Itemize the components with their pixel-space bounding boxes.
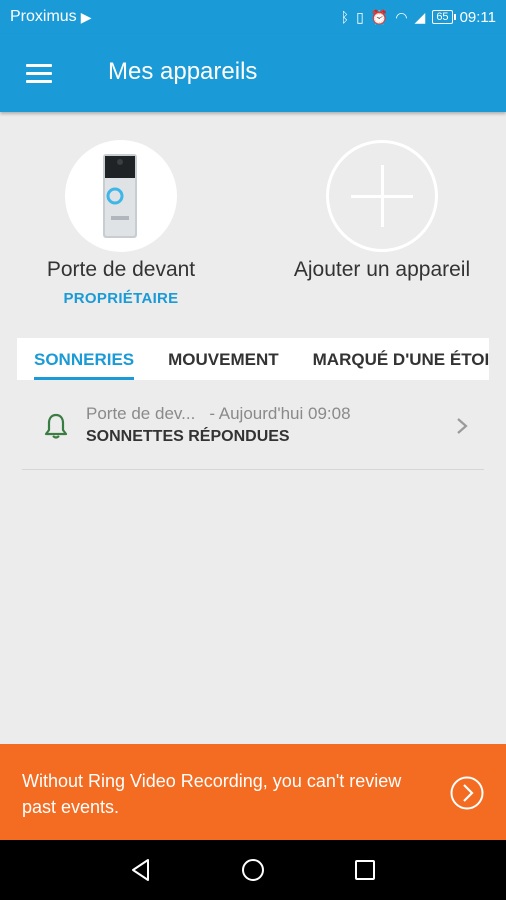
device-front-door[interactable]: Porte de devant PROPRIÉTAIRE: [16, 140, 226, 307]
alarm-icon: ⏰: [370, 9, 389, 25]
device-list: Porte de devant PROPRIÉTAIRE Ajouter un …: [0, 140, 506, 320]
status-bar: Proximus ▶ ᛒ ▯ ⏰ ◠ ◢ 65 09:11: [0, 0, 506, 34]
tab-sonneries[interactable]: SONNERIES: [34, 338, 135, 380]
add-device-label: Ajouter un appareil: [293, 258, 471, 281]
recording-banner[interactable]: Without Ring Video Recording, you can't …: [0, 744, 506, 840]
page-title: Mes appareils: [108, 58, 258, 85]
tab-mouvement[interactable]: MOUVEMENT: [168, 338, 279, 380]
plus-icon: [326, 140, 438, 252]
status-icons: ᛒ ▯ ⏰ ◠ ◢ 65 09:11: [341, 9, 496, 26]
clock: 09:11: [459, 8, 496, 26]
battery-level: 65: [436, 11, 449, 23]
menu-icon[interactable]: [26, 64, 52, 84]
vibrate-icon: ▯: [356, 9, 364, 25]
home-icon[interactable]: [240, 857, 266, 883]
add-device-button[interactable]: Ajouter un appareil: [264, 140, 500, 282]
event-tabs: SONNERIES MOUVEMENT MARQUÉ D'UNE ÉTOILE: [17, 338, 489, 380]
event-time: - Aujourd'hui 09:08: [209, 404, 351, 423]
event-device: Porte de dev...: [86, 404, 196, 423]
wifi-icon: ◠: [395, 9, 408, 25]
app-bar: Mes appareils: [0, 34, 506, 112]
banner-message: Without Ring Video Recording, you can't …: [22, 771, 402, 817]
event-summary: Porte de dev... - Aujourd'hui 09:08: [86, 404, 351, 424]
battery-icon: 65: [432, 10, 456, 24]
recent-apps-icon[interactable]: [352, 857, 378, 883]
event-type: SONNETTES RÉPONDUES: [86, 428, 290, 445]
device-role: PROPRIÉTAIRE: [63, 290, 179, 307]
tab-starred[interactable]: MARQUÉ D'UNE ÉTOILE: [313, 338, 489, 380]
signal-icon: ◢: [414, 9, 426, 25]
carrier: Proximus ▶: [10, 8, 91, 26]
carrier-name: Proximus: [10, 8, 77, 25]
device-name: Porte de devant: [46, 258, 196, 281]
back-icon[interactable]: [128, 857, 154, 883]
doorbell-image: [65, 140, 177, 252]
system-nav-bar: [0, 840, 506, 900]
event-row[interactable]: Porte de dev... - Aujourd'hui 09:08 SONNE…: [22, 392, 484, 470]
chevron-right-icon: [457, 418, 468, 434]
cast-icon: ▶: [80, 9, 92, 25]
bell-icon: [44, 413, 68, 439]
bluetooth-icon: ᛒ: [340, 9, 350, 25]
arrow-circle-right-icon[interactable]: [450, 776, 484, 810]
